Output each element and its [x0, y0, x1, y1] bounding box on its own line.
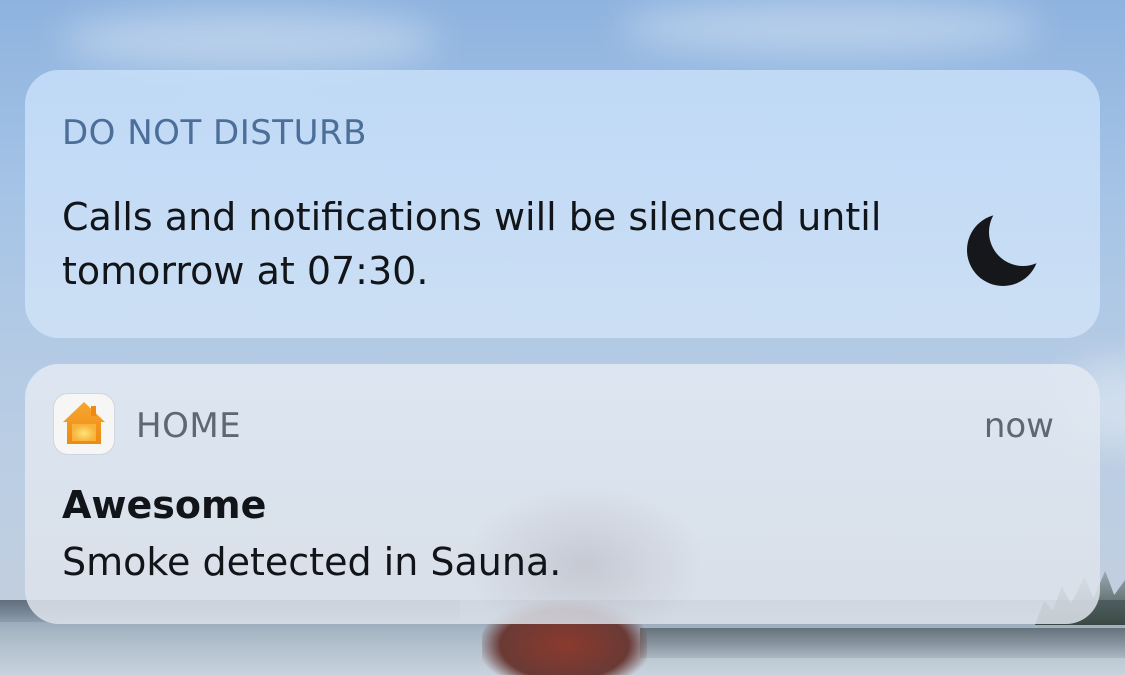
- do-not-disturb-notification[interactable]: DO NOT DISTURB Calls and notifications w…: [25, 70, 1100, 338]
- house-icon: [63, 402, 105, 444]
- notification-timestamp: now: [983, 406, 1054, 446]
- moon-icon: [967, 214, 1039, 286]
- notification-body: Smoke detected in Sauna.: [62, 540, 562, 584]
- home-notification[interactable]: HOME now Awesome Smoke detected in Sauna…: [25, 364, 1100, 624]
- wallpaper-reflection: [640, 628, 1125, 658]
- notification-title: Awesome: [62, 483, 267, 527]
- notification-message: Calls and notifications will be silenced…: [62, 195, 882, 293]
- wallpaper-cloud: [60, 10, 440, 70]
- home-app-icon: [54, 394, 114, 454]
- app-name: HOME: [136, 406, 242, 446]
- wallpaper-cloud: [620, 0, 1040, 55]
- notification-header: DO NOT DISTURB: [62, 113, 367, 153]
